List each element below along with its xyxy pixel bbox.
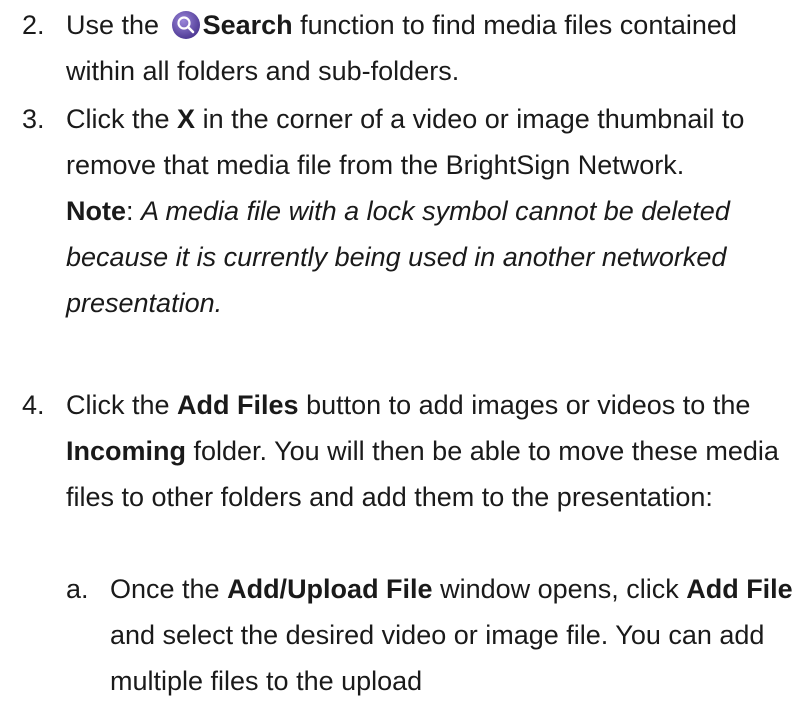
sub-item-text: Once the Add/Upload File window opens, c… bbox=[110, 574, 793, 696]
sub-item-letter: a. bbox=[66, 574, 89, 604]
list-item-2: 2. Use the Search function to find media… bbox=[22, 2, 802, 94]
sub-item-a: a. Once the Add/Upload File window opens… bbox=[66, 566, 802, 704]
item-number: 2. bbox=[22, 10, 45, 40]
item-text: Use the Search function to find media fi… bbox=[66, 10, 737, 86]
search-icon bbox=[171, 11, 200, 39]
item-number: 3. bbox=[22, 104, 45, 134]
list-item-3: 3. Click the X in the corner of a video … bbox=[22, 96, 802, 326]
note: Note: A media file with a lock symbol ca… bbox=[66, 196, 730, 318]
item-text: Click the X in the corner of a video or … bbox=[66, 104, 745, 180]
list-item-4: 4. Click the Add Files button to add ima… bbox=[22, 382, 802, 520]
document-page: 2. Use the Search function to find media… bbox=[0, 0, 803, 707]
item-text: Click the Add Files button to add images… bbox=[66, 390, 779, 512]
item-number: 4. bbox=[22, 390, 45, 420]
